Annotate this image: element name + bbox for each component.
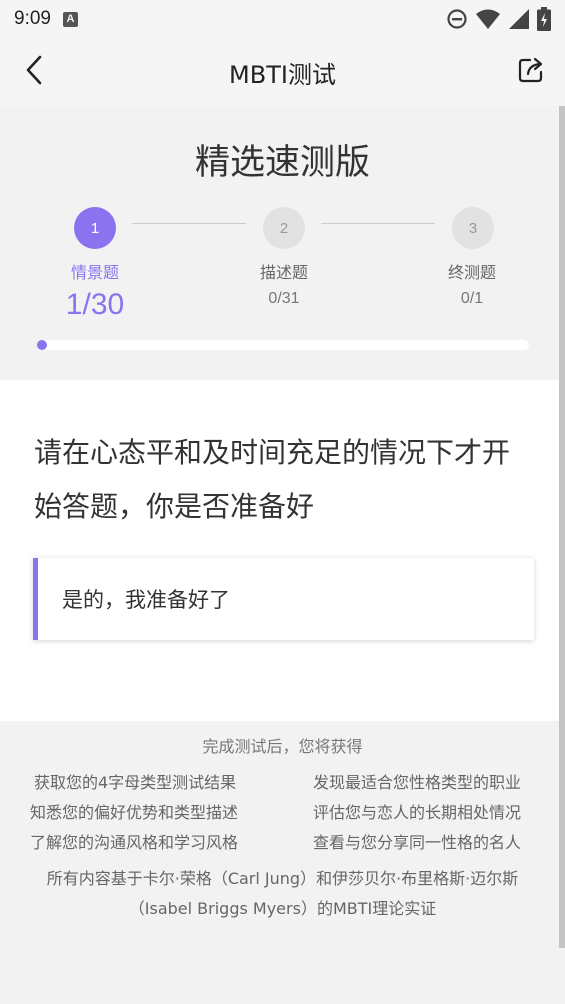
step-3-circle: 3 — [452, 207, 494, 249]
benefit-item: 查看与您分享同一性格的名人 — [313, 833, 522, 852]
info-title: 完成测试后，您将获得 — [202, 737, 363, 756]
progress-fill — [37, 340, 47, 350]
do-not-disturb-icon — [446, 8, 468, 30]
progress-track — [37, 340, 529, 350]
share-button[interactable] — [513, 54, 549, 90]
theory-note: 所有内容基于卡尔·荣格（Carl Jung）和伊莎贝尔·布里格斯·迈尔斯 — [46, 869, 519, 888]
version-title: 精选速测版 — [194, 143, 370, 183]
wifi-icon — [475, 8, 501, 30]
answer-option[interactable]: 是的，我准备好了 — [33, 558, 534, 640]
status-icons — [446, 7, 551, 31]
status-bar: 9:09 A — [0, 0, 565, 38]
answer-option-label: 是的，我准备好了 — [62, 588, 230, 612]
cellular-signal-icon — [508, 8, 530, 30]
back-button[interactable] — [16, 54, 52, 90]
status-time: 9:09 — [14, 8, 51, 29]
benefit-item: 了解您的沟通风格和学习风格 — [30, 833, 239, 852]
notification-a-icon: A — [62, 11, 78, 27]
benefit-item: 评估您与恋人的长期相处情况 — [313, 803, 522, 822]
scrollbar[interactable] — [559, 106, 565, 948]
benefit-item: 知悉您的偏好优势和类型描述 — [30, 803, 239, 822]
chevron-left-icon — [24, 55, 44, 89]
benefit-item: 获取您的4字母类型测试结果 — [34, 773, 237, 792]
question-panel: 请在心态平和及时间充足的情况下才开始答题，你是否准备好 是的，我准备好了 — [0, 380, 559, 721]
step-3-label: 终测题 — [447, 263, 496, 282]
battery-charging-icon — [537, 7, 551, 31]
step-1-count: 1/30 — [65, 288, 125, 321]
step-2-count: 0/31 — [268, 290, 300, 307]
step-2-label: 描述题 — [259, 263, 308, 282]
question-text: 请在心态平和及时间充足的情况下才开始答题，你是否准备好 — [34, 436, 511, 523]
benefit-item: 发现最适合您性格类型的职业 — [313, 773, 522, 792]
test-header: 精选速测版 1 2 3 情景题 描述题 终测题 1/30 0/31 0/1 — [0, 106, 559, 380]
info-panel: 完成测试后，您将获得 获取您的4字母类型测试结果 知悉您的偏好优势和类型描述 了… — [0, 721, 559, 1004]
page-title: MBTI测试 — [229, 60, 336, 89]
app-bar: MBTI测试 — [0, 38, 565, 106]
step-connector — [132, 223, 246, 224]
page: 9:09 A MBTI测试 精选速测版 1 2 3 情景题 描述题 终测题 1/… — [0, 0, 565, 1004]
share-icon — [517, 56, 545, 88]
step-1-circle: 1 — [74, 207, 116, 249]
step-3-count: 0/1 — [460, 290, 484, 307]
step-2-circle: 2 — [263, 207, 305, 249]
theory-note: （Isabel Briggs Myers）的MBTI理论实证 — [128, 899, 437, 918]
step-1-label: 情景题 — [70, 263, 119, 282]
step-connector — [321, 223, 435, 224]
